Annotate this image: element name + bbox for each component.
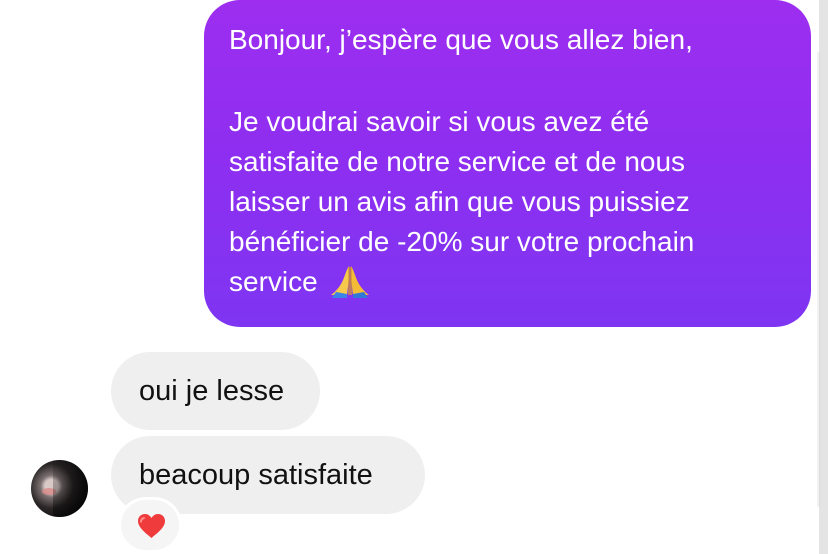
sent-message-line: service [229, 266, 318, 297]
folded-hands-emoji-icon [329, 264, 371, 298]
sent-message-bubble[interactable]: Bonjour, j’espère que vous allez bien, J… [204, 0, 811, 327]
sent-message-paragraph-gap [229, 60, 797, 102]
avatar-photo-shadow [53, 460, 88, 517]
sent-message-line: Bonjour, j’espère que vous allez bien, [229, 24, 693, 55]
chat-screen: Bonjour, j’espère que vous allez bien, J… [0, 0, 828, 554]
contact-avatar[interactable] [31, 460, 88, 517]
sent-message-last-line: service [229, 262, 797, 302]
sent-message-line: Je voudrai savoir si vous avez été [229, 106, 650, 137]
sent-message-line: bénéficier de -20% sur votre prochain [229, 226, 695, 257]
scrollbar[interactable] [817, 52, 821, 507]
sent-message-line: satisfaite de notre service et de nous [229, 146, 686, 177]
message-reaction[interactable] [121, 500, 179, 550]
sent-message-line: laisser un avis afin que vous puissiez [229, 186, 690, 217]
red-heart-icon [137, 513, 166, 539]
received-message-text: oui je lesse [139, 375, 285, 407]
received-message-bubble[interactable]: oui je lesse [111, 352, 320, 430]
received-message-text: beacoup satisfaite [139, 459, 373, 491]
